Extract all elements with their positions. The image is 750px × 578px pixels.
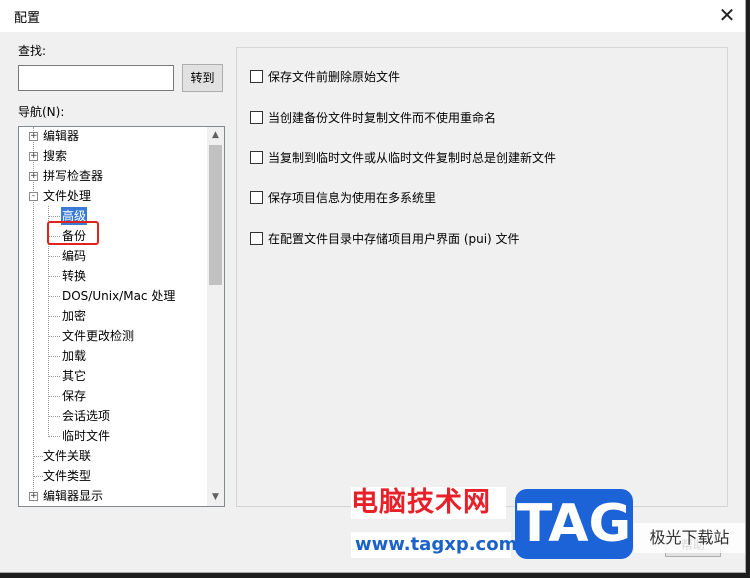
close-icon[interactable]: ✕ [714,2,740,28]
tree-item-session-options[interactable]: 会话选项 [62,407,110,425]
tree-item-save[interactable]: 保存 [62,387,86,405]
tree-item-file-handling[interactable]: 文件处理 [43,187,91,205]
tree-item-conversion[interactable]: 转换 [62,267,86,285]
option-label: 保存项目信息为使用在多系统里 [268,191,437,205]
tree-item-dos-unix-mac[interactable]: DOS/Unix/Mac 处理 [62,287,175,305]
option-store-pui[interactable]: 在配置文件目录中存储项目用户界面 (pui) 文件 [250,231,520,247]
watermark-right-text: 极光下载站 [634,523,745,553]
tree-item-file-types[interactable]: 文件类型 [43,467,91,485]
search-label: 查找: [18,44,47,58]
checkbox[interactable] [250,151,263,164]
title-bar: 配置 ✕ [0,0,745,32]
search-input[interactable] [18,65,174,91]
nav-label: 导航(N): [18,105,65,119]
tree-connector [33,127,34,497]
tree-item-load[interactable]: 加载 [62,347,86,365]
checkbox[interactable] [250,70,263,83]
option-label: 保存文件前删除原始文件 [268,70,401,84]
option-copy-instead-rename[interactable]: 当创建备份文件时复制文件而不使用重命名 [250,110,496,126]
scroll-thumb[interactable] [209,145,222,285]
checkbox[interactable] [250,111,263,124]
option-label: 当创建备份文件时复制文件而不使用重命名 [268,111,497,125]
scroll-up-icon[interactable]: ▲ [207,127,224,144]
tree-item-change-detection[interactable]: 文件更改检测 [62,327,134,345]
checkbox[interactable] [250,191,263,204]
nav-tree[interactable]: + 编辑器 + 搜索 + 拼写检查器 - 文件处理 高级 备份 编码 转换 DO… [18,126,225,507]
expand-plus-icon[interactable]: + [29,492,38,501]
tree-item-spellcheck[interactable]: 拼写检查器 [43,167,103,185]
checkbox[interactable] [250,232,263,245]
watermark-site-name: 电脑技术网 [351,487,506,519]
tree-scrollbar[interactable]: ▲ ▼ [207,127,224,506]
expand-plus-icon[interactable]: + [29,172,38,181]
option-label: 当复制到临时文件或从临时文件复制时总是创建新文件 [268,151,557,165]
tree-item-editor[interactable]: 编辑器 [43,127,79,145]
tree-item-temp-files[interactable]: 临时文件 [62,427,110,445]
watermark-url: www.tagxp.com [351,532,517,558]
option-label: 在配置文件目录中存储项目用户界面 (pui) 文件 [268,232,520,246]
option-multi-system-project[interactable]: 保存项目信息为使用在多系统里 [250,190,436,206]
expand-plus-icon[interactable]: + [29,152,38,161]
tree-item-encryption[interactable]: 加密 [62,307,86,325]
highlight-box [47,221,99,245]
scroll-down-icon[interactable]: ▼ [207,489,224,506]
option-always-create-new[interactable]: 当复制到临时文件或从临时文件复制时总是创建新文件 [250,150,556,166]
tree-item-encoding[interactable]: 编码 [62,247,86,265]
expand-plus-icon[interactable]: + [29,132,38,141]
tree-item-file-association[interactable]: 文件关联 [43,447,91,465]
goto-button[interactable]: 转到 [182,64,223,92]
watermark-tag-logo: TAG [515,489,633,559]
tree-item-misc[interactable]: 其它 [62,367,86,385]
tree-item-editor-display[interactable]: 编辑器显示 [43,487,103,505]
option-delete-original[interactable]: 保存文件前删除原始文件 [250,69,400,85]
settings-panel: 保存文件前删除原始文件 当创建备份文件时复制文件而不使用重命名 当复制到临时文件… [236,47,728,507]
tree-item-search[interactable]: 搜索 [43,147,67,165]
collapse-minus-icon[interactable]: - [29,192,38,201]
window-title: 配置 [14,11,41,26]
